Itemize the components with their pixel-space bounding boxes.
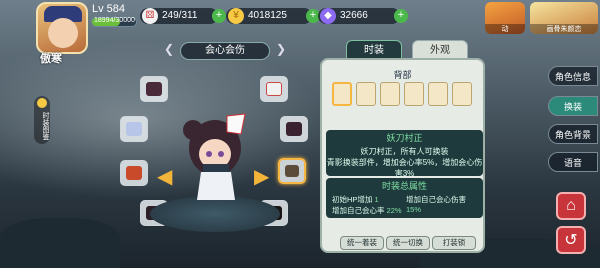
back-item-5[interactable] xyxy=(428,82,448,106)
badge-icon xyxy=(37,98,47,108)
exp-text: 18994/30000 xyxy=(94,17,135,24)
slot-weapon[interactable] xyxy=(120,160,148,186)
diamond-add-button[interactable]: + xyxy=(394,9,408,23)
back-item-2[interactable] xyxy=(356,82,376,106)
diamond-value: 32666 xyxy=(340,10,368,21)
slot-back[interactable] xyxy=(278,158,306,184)
uniform-switch-button[interactable]: 统一切换 xyxy=(386,236,430,250)
stat-hp: 初始HP增加 1 xyxy=(332,194,379,205)
panel-tabs: 时装 外观 xyxy=(340,40,470,60)
diamond-stat: ◆ 32666 + xyxy=(318,8,408,24)
menu-role-background[interactable]: 角色背景 xyxy=(548,124,598,144)
item-detail-box: 妖刀村正 妖刀村正，所有人可换装 青影换装部件，增加会心率5%，增加会心伤害3% xyxy=(326,130,483,178)
back-items xyxy=(330,82,479,110)
total-attr-title: 时装总属性 xyxy=(381,181,427,191)
top-bar: Lv 584 18994/30000 ⚄ 249/311 + ¥ 4018125… xyxy=(0,0,600,54)
tab-fashion[interactable]: 时装 xyxy=(346,40,402,60)
slot-pet[interactable] xyxy=(120,116,148,142)
stat-hp-label: 初始HP增加 xyxy=(332,195,373,204)
katana-item-icon xyxy=(285,165,299,177)
back-item-1[interactable] xyxy=(332,82,352,106)
uniform-outfit-button[interactable]: 统一着装 xyxy=(340,236,384,250)
stat-crit-dmg-label: 增加自己会心伤害 xyxy=(406,195,466,204)
pet-item-icon xyxy=(126,122,142,136)
stat-crit-rate-label: 增加自己会心率 xyxy=(332,206,385,215)
exp-bar: 18994/30000 xyxy=(91,17,137,27)
fashion-panel: 背部 妖刀村正 妖刀村正，所有人可换装 青影换装部件，增加会心率5%，增加会心伤… xyxy=(320,58,485,253)
slot-accessory[interactable] xyxy=(280,116,308,142)
rock-left xyxy=(0,218,120,268)
avatar-face xyxy=(48,18,78,48)
stat-crit-rate-value: 22% xyxy=(386,206,402,215)
slot-mask[interactable] xyxy=(260,76,288,102)
dice-value: 249/311 xyxy=(162,10,198,21)
stat-crit-dmg-value: 15% xyxy=(406,205,422,214)
slot-head[interactable] xyxy=(140,76,168,102)
rotate-left-icon[interactable]: ◀ xyxy=(157,164,172,189)
menu-voice[interactable]: 语音 xyxy=(548,152,598,172)
outfit-lock-button[interactable]: 打装锁 xyxy=(432,236,476,250)
menu-outfit[interactable]: 换装 xyxy=(548,96,598,116)
dice-add-button[interactable]: + xyxy=(212,9,226,23)
back-item-6[interactable] xyxy=(452,82,472,106)
character-model xyxy=(183,113,246,200)
event-promo-button[interactable]: 画骨朱颜恋 xyxy=(530,2,598,34)
tab-appearance[interactable]: 外观 xyxy=(412,40,468,60)
attribute-tab[interactable]: 会心会伤 xyxy=(180,42,270,60)
event-promo-label: 画骨朱颜恋 xyxy=(530,24,598,34)
level-label: Lv 584 xyxy=(92,3,126,15)
dice-stat: ⚄ 249/311 + xyxy=(140,8,226,24)
back-icon[interactable]: ↺ xyxy=(556,226,586,254)
dice-icon: ⚄ xyxy=(142,8,158,24)
player-name: 傲寒 xyxy=(40,53,62,65)
fashion-collection-label: 时装图鉴 xyxy=(42,112,49,140)
stat-crit-rate: 增加自己会心率 22% xyxy=(332,205,402,216)
gold-stat: ¥ 4018125 + xyxy=(226,8,320,24)
gold-coin-icon: ¥ xyxy=(228,8,244,24)
desc-line-2: 青影换装部件，增加会心率5%，增加会心伤害3% xyxy=(326,158,483,178)
next-tab-icon[interactable]: ❯ xyxy=(276,42,286,56)
stat-hp-value: 1 xyxy=(374,195,379,204)
total-attr-box: 时装总属性 初始HP增加 1 增加自己会心伤害 15% 增加自己会心率 22% xyxy=(326,178,483,218)
item-name: 妖刀村正 xyxy=(386,133,423,143)
head-item-icon xyxy=(146,82,162,96)
back-item-3[interactable] xyxy=(380,82,400,106)
fox-mask-icon xyxy=(266,82,282,96)
prev-tab-icon[interactable]: ❮ xyxy=(164,42,174,56)
staff-item-icon xyxy=(126,166,142,180)
diamond-icon: ◆ xyxy=(320,8,336,24)
desc-line-1: 妖刀村正，所有人可换装 xyxy=(360,147,449,156)
event-motion-label: 动 xyxy=(485,24,525,34)
accessory-item-icon xyxy=(286,122,302,136)
menu-role-info[interactable]: 角色信息 xyxy=(548,66,598,86)
event-motion-button[interactable]: 动 xyxy=(485,2,525,34)
back-item-4[interactable] xyxy=(404,82,424,106)
avatar[interactable] xyxy=(36,2,88,54)
stat-crit-dmg: 增加自己会心伤害 15% xyxy=(406,194,483,214)
home-icon[interactable]: ⌂ xyxy=(556,192,586,220)
gold-value: 4018125 xyxy=(248,10,287,21)
fashion-collection-tag[interactable]: 时装图鉴 xyxy=(34,96,50,144)
section-title: 背部 xyxy=(393,70,412,80)
